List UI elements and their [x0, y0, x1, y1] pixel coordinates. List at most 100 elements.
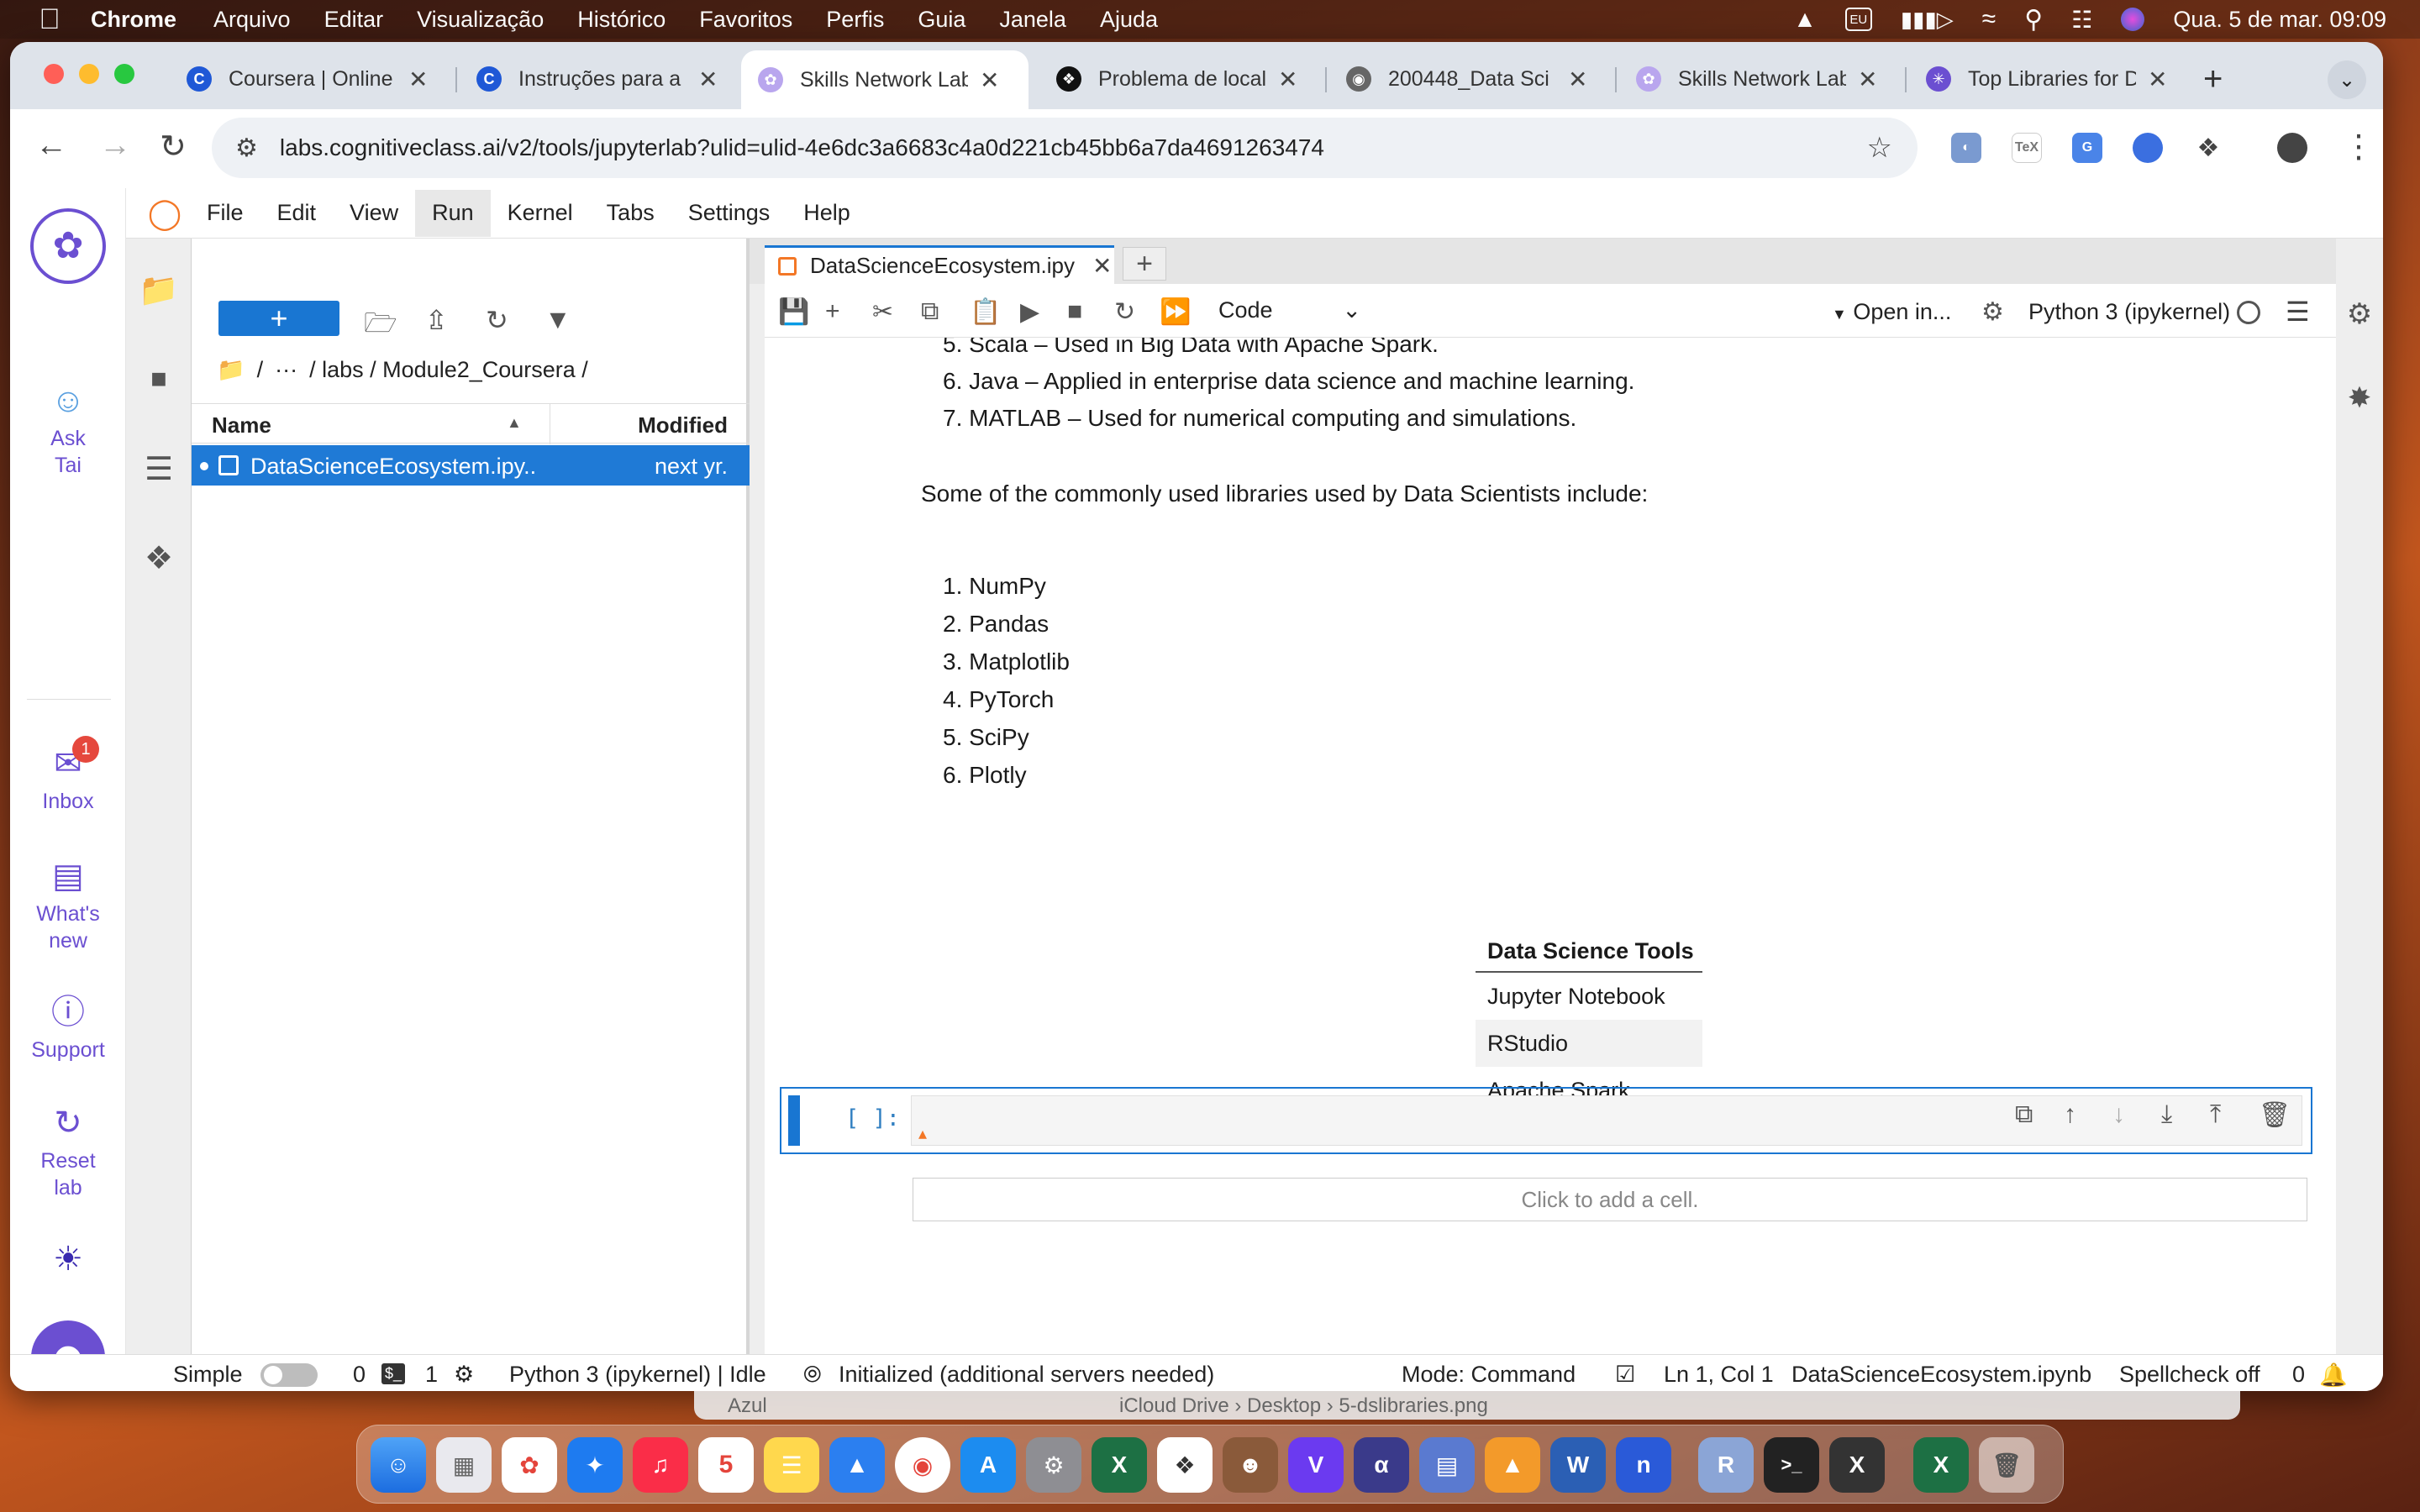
refresh-icon[interactable]: ↻ — [486, 304, 508, 336]
finder-icon[interactable]: ☺ — [371, 1437, 426, 1493]
google-drive-icon[interactable]: ▲ — [1793, 6, 1817, 33]
site-info-icon[interactable]: ⚙ — [235, 134, 258, 163]
close-icon[interactable]: ✕ — [1092, 252, 1112, 280]
terminal-icon[interactable]: $_ — [381, 1363, 406, 1384]
profile-avatar[interactable] — [2277, 133, 2307, 163]
back-arrow-icon[interactable]: ← — [35, 128, 67, 164]
trusted-shield-icon[interactable]: ☑ — [1615, 1362, 1635, 1388]
running-sessions-icon[interactable]: ⏹ — [126, 361, 192, 397]
excel-icon[interactable]: X — [1092, 1437, 1147, 1493]
sort-up-icon[interactable]: ▲ — [507, 414, 522, 432]
extension-icon-1[interactable]: ◐ — [1951, 133, 1981, 163]
extension-icon-blue[interactable] — [2133, 133, 2163, 163]
new-tab-button[interactable]: + — [2203, 60, 2223, 98]
insert-above-icon[interactable]: ⤓ — [2161, 1100, 2172, 1129]
menu-favoritos[interactable]: Favoritos — [699, 7, 792, 33]
menu-settings[interactable]: Settings — [671, 190, 787, 237]
lsp-status-text[interactable]: Initialized (additional servers needed) — [839, 1362, 1214, 1388]
run-icon[interactable]: ▶ — [1020, 297, 1039, 327]
browser-tab-problema[interactable]: ❖ Problema de local ✕ — [1039, 54, 1297, 104]
kernel-name-button[interactable]: Python 3 (ipykernel) — [2028, 299, 2230, 325]
breadcrumb-path[interactable]: / labs / Module2_Coursera / — [309, 357, 588, 383]
siri-icon[interactable] — [2121, 8, 2145, 31]
close-icon[interactable]: ✕ — [1858, 66, 1877, 93]
reload-icon[interactable]: ↻ — [160, 128, 187, 165]
open-in-dropdown[interactable]: ▼ Open in... — [1832, 299, 1951, 325]
address-bar[interactable]: ⚙ labs.cognitiveclass.ai/v2/tools/jupyte… — [212, 118, 1918, 178]
new-launcher-button[interactable]: + — [218, 301, 339, 336]
terminal-app-icon[interactable]: >_ — [1764, 1437, 1819, 1493]
terminals-count[interactable]: 0 — [353, 1362, 366, 1388]
simple-mode-toggle[interactable] — [260, 1363, 318, 1387]
file-name[interactable]: DataScienceEcosystem.ipy... — [250, 454, 536, 480]
wifi-icon[interactable]: ≈ — [1982, 5, 1996, 34]
arc-app-icon[interactable]: α — [1354, 1437, 1409, 1493]
app-store-icon[interactable]: A — [960, 1437, 1016, 1493]
menu-janela[interactable]: Janela — [999, 7, 1066, 33]
browser-tab-instrucoes[interactable]: C Instruções para a ✕ — [460, 54, 718, 104]
google-translate-icon[interactable]: G — [2072, 133, 2102, 163]
whats-new-button[interactable]: ▤ What's new — [10, 855, 126, 954]
browser-tab-skills-network[interactable]: ✿ Skills Network Lab ✕ — [1619, 54, 1877, 104]
tab-search-chevron-icon[interactable]: ⌄ — [2328, 60, 2366, 99]
spotlight-search-icon[interactable]: ⚲ — [2024, 5, 2043, 34]
system-settings-icon[interactable]: ⚙ — [1026, 1437, 1081, 1493]
photos-icon[interactable]: ✿ — [502, 1437, 557, 1493]
support-button[interactable]: ⓘ Support — [10, 991, 126, 1063]
fast-forward-icon[interactable]: ⏩ — [1160, 297, 1191, 327]
cursor-position[interactable]: Ln 1, Col 1 — [1664, 1362, 1774, 1388]
insert-below-icon[interactable]: ⤒ — [2210, 1100, 2221, 1129]
menu-ajuda[interactable]: Ajuda — [1100, 7, 1158, 33]
menu-help[interactable]: Help — [786, 190, 867, 237]
close-icon[interactable]: ✕ — [698, 66, 718, 93]
menu-tabs[interactable]: Tabs — [590, 190, 671, 237]
duplicate-cell-icon[interactable]: ⧉ — [2015, 1100, 2033, 1129]
debugger-bug-icon[interactable]: ⚙ — [1981, 297, 2004, 327]
skills-network-logo[interactable]: ✿ — [10, 208, 126, 287]
column-modified[interactable]: Modified — [638, 412, 728, 438]
bookmark-star-icon[interactable]: ☆ — [1867, 131, 1892, 165]
reset-lab-button[interactable]: ↻ Reset lab — [10, 1102, 126, 1201]
delete-cell-icon[interactable]: 🗑 — [2259, 1100, 2291, 1130]
property-inspector-gears-icon[interactable]: ⚙ — [2336, 297, 2383, 331]
safari-icon[interactable]: ✦ — [567, 1437, 623, 1493]
menu-kernel[interactable]: Kernel — [491, 190, 590, 237]
upload-icon[interactable]: ⇫ — [425, 304, 448, 336]
visual-app-icon[interactable]: V — [1288, 1437, 1344, 1493]
input-source-badge[interactable]: EU — [1844, 8, 1872, 31]
forward-arrow-icon[interactable]: → — [99, 128, 131, 164]
chatgpt-icon[interactable]: ❖ — [1157, 1437, 1213, 1493]
copy-icon[interactable]: ⧉ — [921, 297, 939, 326]
menu-app-chrome[interactable]: Chrome — [91, 7, 176, 33]
excel-file-icon[interactable]: X — [1913, 1437, 1969, 1493]
kernels-count[interactable]: 1 — [425, 1362, 438, 1388]
table-of-contents-icon[interactable]: ☰ — [126, 450, 192, 488]
chrome-icon[interactable]: ◉ — [895, 1437, 950, 1493]
control-center-icon[interactable]: ☷ — [2071, 6, 2092, 34]
menu-run[interactable]: Run — [415, 189, 491, 237]
hamburger-menu-icon[interactable]: ☰ — [2286, 296, 2310, 328]
bell-icon[interactable]: 🔔 — [2319, 1362, 2348, 1389]
music-icon[interactable]: ♫ — [633, 1437, 688, 1493]
x11-icon[interactable]: X — [1829, 1437, 1885, 1493]
cell-type-select[interactable]: Code ⌄ — [1218, 297, 1361, 323]
chrome-menu-icon[interactable]: ⋮ — [2343, 128, 2375, 165]
menu-file[interactable]: File — [190, 190, 260, 237]
cyberduck-icon[interactable]: ☻ — [1223, 1437, 1278, 1493]
add-tab-button[interactable]: + — [1123, 247, 1166, 281]
move-up-icon[interactable]: ↑ — [2064, 1100, 2076, 1129]
apple-icon[interactable]:  — [34, 3, 66, 35]
menu-view[interactable]: View — [333, 190, 415, 237]
word-icon[interactable]: W — [1550, 1437, 1606, 1493]
cell-collapser[interactable] — [788, 1095, 800, 1146]
inbox-button[interactable]: ✉ 1 Inbox — [10, 736, 126, 815]
battery-icon[interactable]: ▮▮▮▷ — [1901, 7, 1954, 33]
save-icon[interactable]: 💾 — [778, 297, 809, 327]
close-icon[interactable]: ✕ — [980, 66, 999, 94]
menu-historico[interactable]: Histórico — [577, 7, 666, 33]
ask-tai-button[interactable]: ☺ Ask Tai — [10, 380, 126, 479]
folder-home-icon[interactable]: 📁 — [217, 356, 245, 383]
extensions-puzzle-icon[interactable]: ❖ — [2193, 133, 2223, 163]
move-down-icon[interactable]: ↓ — [2112, 1100, 2125, 1129]
code-editor-input[interactable]: ▴ — [911, 1095, 2302, 1146]
